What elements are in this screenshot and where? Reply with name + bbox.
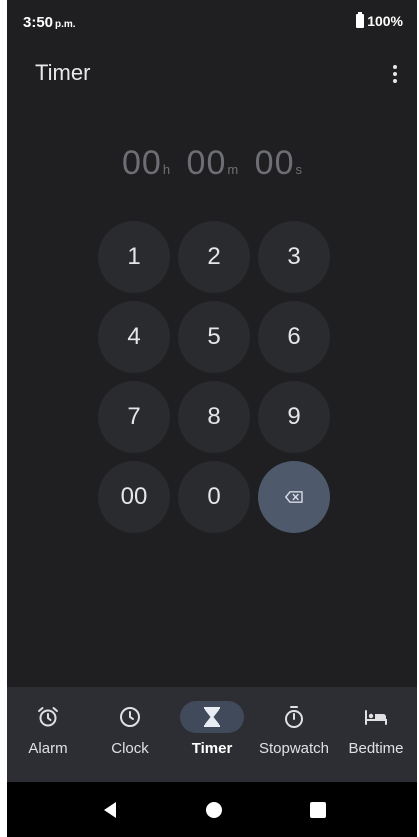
key-1-button[interactable]: 1 [98,221,170,293]
key-00-button[interactable]: 00 [98,461,170,533]
nav-label-bedtime: Bedtime [348,740,404,757]
clock-icon [120,707,140,727]
key-6-button[interactable]: 6 [258,301,330,373]
nav-item-bedtime[interactable]: Bedtime [335,687,417,782]
seconds-unit: s [295,162,302,177]
menu-dot [393,65,397,69]
status-time: 3:50 p.m. [23,14,76,31]
hours-value: 00 [122,144,162,182]
nav-item-stopwatch[interactable]: Stopwatch [253,687,335,782]
page-title: Timer [35,60,91,85]
minutes-unit: m [227,162,239,177]
bottom-navigation: Alarm Clock Timer Stopwatch Bedtime [7,687,417,782]
status-time-suffix: p.m. [55,19,76,30]
minutes-value: 00 [186,144,227,182]
backspace-icon [285,491,303,503]
battery-percentage: 100% [367,13,403,29]
timer-screen: 3:50 p.m. 100% Timer 00h 00m 00s 1 2 3 4 … [7,0,417,837]
key-3-button[interactable]: 3 [258,221,330,293]
key-2-button[interactable]: 2 [178,221,250,293]
nav-item-timer[interactable]: Timer [171,687,253,782]
system-navigation-bar [7,782,417,837]
nav-pill [262,701,326,733]
hours-segment: 00h [122,144,170,183]
status-time-value: 3:50 [23,14,54,31]
recents-icon[interactable] [306,798,330,822]
alarm-icon [38,707,58,727]
nav-pill [16,701,80,733]
back-icon[interactable] [98,798,122,822]
menu-dot [393,79,397,83]
number-keypad: 1 2 3 4 5 6 7 8 9 00 0 [98,221,332,533]
nav-pill [344,701,408,733]
nav-label-stopwatch: Stopwatch [258,740,330,757]
nav-item-clock[interactable]: Clock [89,687,171,782]
battery-icon [356,12,365,28]
battery-indicator: 100% [356,12,403,29]
key-5-button[interactable]: 5 [178,301,250,373]
status-bar: 3:50 p.m. 100% [7,0,417,42]
key-7-button[interactable]: 7 [98,381,170,453]
nav-label-alarm: Alarm [28,740,68,757]
nav-item-alarm[interactable]: Alarm [7,687,89,782]
seconds-value: 00 [254,144,295,182]
minutes-segment: 00m [187,144,239,183]
bed-icon [365,710,387,725]
nav-label-clock: Clock [111,740,149,757]
more-vert-icon[interactable] [385,60,405,88]
stopwatch-icon [285,706,303,728]
timer-display: 00h 00m 00s [7,144,417,183]
home-icon[interactable] [202,798,226,822]
seconds-segment: 00s [255,144,302,183]
backspace-button[interactable] [258,461,330,533]
key-0-button[interactable]: 0 [178,461,250,533]
nav-label-timer: Timer [191,740,233,757]
key-9-button[interactable]: 9 [258,381,330,453]
hours-unit: h [162,162,171,177]
menu-dot [393,72,397,76]
nav-pill [98,701,162,733]
hourglass-icon [204,707,220,727]
key-4-button[interactable]: 4 [98,301,170,373]
key-8-button[interactable]: 8 [178,381,250,453]
nav-pill-active [180,701,244,733]
